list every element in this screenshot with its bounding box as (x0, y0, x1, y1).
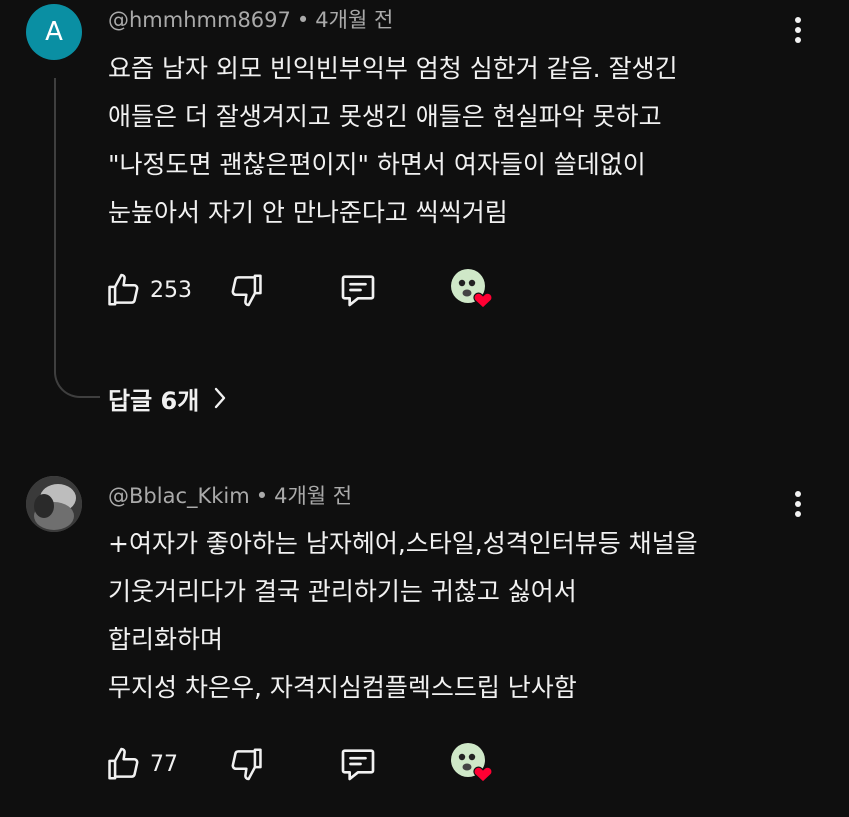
comment-line: +여자가 좋아하는 남자헤어,스타일,성격인터뷰등 채널을 (108, 529, 698, 558)
thumbs-up-icon (108, 747, 139, 780)
replies-label: 답글 6개 (108, 386, 200, 415)
comment-line: 무지성 차은우, 자격지심컴플렉스드립 난사함 (108, 673, 577, 702)
avatar[interactable] (26, 476, 82, 532)
comment-time[interactable]: 4개월 전 (274, 484, 352, 508)
thread-line (54, 78, 100, 398)
like-count: 253 (150, 277, 192, 303)
comment-time[interactable]: 4개월 전 (315, 8, 393, 32)
dislike-button[interactable] (228, 268, 266, 312)
comments-screen: A @hmmhmm8697 • 4개월 전 요즘 남자 외모 빈익빈부익부 엄청 심… (0, 0, 849, 817)
thumbs-up-icon (108, 273, 139, 306)
comment-line: 기웃거리다가 결국 관리하기는 귀찮고 싫어서 (108, 577, 577, 606)
comment-meta: @hmmhmm8697 • 4개월 전 (108, 4, 393, 34)
comment-line: 애들은 더 잘생겨지고 못생긴 애들은 현실파악 못하고 (108, 102, 662, 131)
creator-heart-avatar-icon[interactable] (448, 268, 496, 312)
comment-line: 합리화하며 (108, 625, 224, 654)
author-name[interactable]: @hmmhmm8697 (108, 8, 291, 32)
comment-meta: @Bblac_Kkim • 4개월 전 (108, 480, 352, 510)
profile-photo-icon (26, 476, 82, 532)
reply-button[interactable] (338, 268, 378, 312)
like-count: 77 (150, 751, 178, 777)
thumbs-down-icon (231, 748, 262, 781)
comment-text: +여자가 좋아하는 남자헤어,스타일,성격인터뷰등 채널을 기웃거리다가 결국 … (108, 520, 698, 712)
comment-icon (341, 275, 375, 307)
meta-separator: • (255, 484, 269, 508)
comment-line: 요즘 남자 외모 빈익빈부익부 엄청 심한거 같음. 잘생긴 (108, 54, 678, 83)
comment-2: @Bblac_Kkim • 4개월 전 +여자가 좋아하는 남자헤어,스타일,성격인… (0, 472, 849, 817)
avatar[interactable]: A (26, 4, 82, 60)
thumbs-down-icon (231, 274, 262, 307)
more-vertical-icon[interactable] (788, 486, 808, 522)
more-vertical-icon[interactable] (788, 12, 808, 48)
author-name[interactable]: @Bblac_Kkim (108, 484, 250, 508)
dislike-button[interactable] (228, 742, 266, 786)
like-button[interactable]: 77 (104, 742, 178, 786)
comment-icon (341, 749, 375, 781)
comment-1: A @hmmhmm8697 • 4개월 전 요즘 남자 외모 빈익빈부익부 엄청 심… (0, 0, 849, 440)
comment-line: 눈높아서 자기 안 만나준다고 씩씩거림 (108, 198, 508, 227)
meta-separator: • (296, 8, 310, 32)
avatar-letter: A (45, 17, 63, 47)
comment-text: 요즘 남자 외모 빈익빈부익부 엄청 심한거 같음. 잘생긴 애들은 더 잘생겨… (108, 45, 678, 237)
comment-line: "나정도면 괜찮은편이지" 하면서 여자들이 쓸데없이 (108, 150, 646, 179)
like-button[interactable]: 253 (104, 268, 192, 312)
reply-button[interactable] (338, 742, 378, 786)
chevron-right-icon (215, 387, 226, 409)
view-replies-button[interactable]: 답글 6개 (108, 378, 227, 418)
creator-heart-avatar-icon[interactable] (448, 742, 496, 786)
